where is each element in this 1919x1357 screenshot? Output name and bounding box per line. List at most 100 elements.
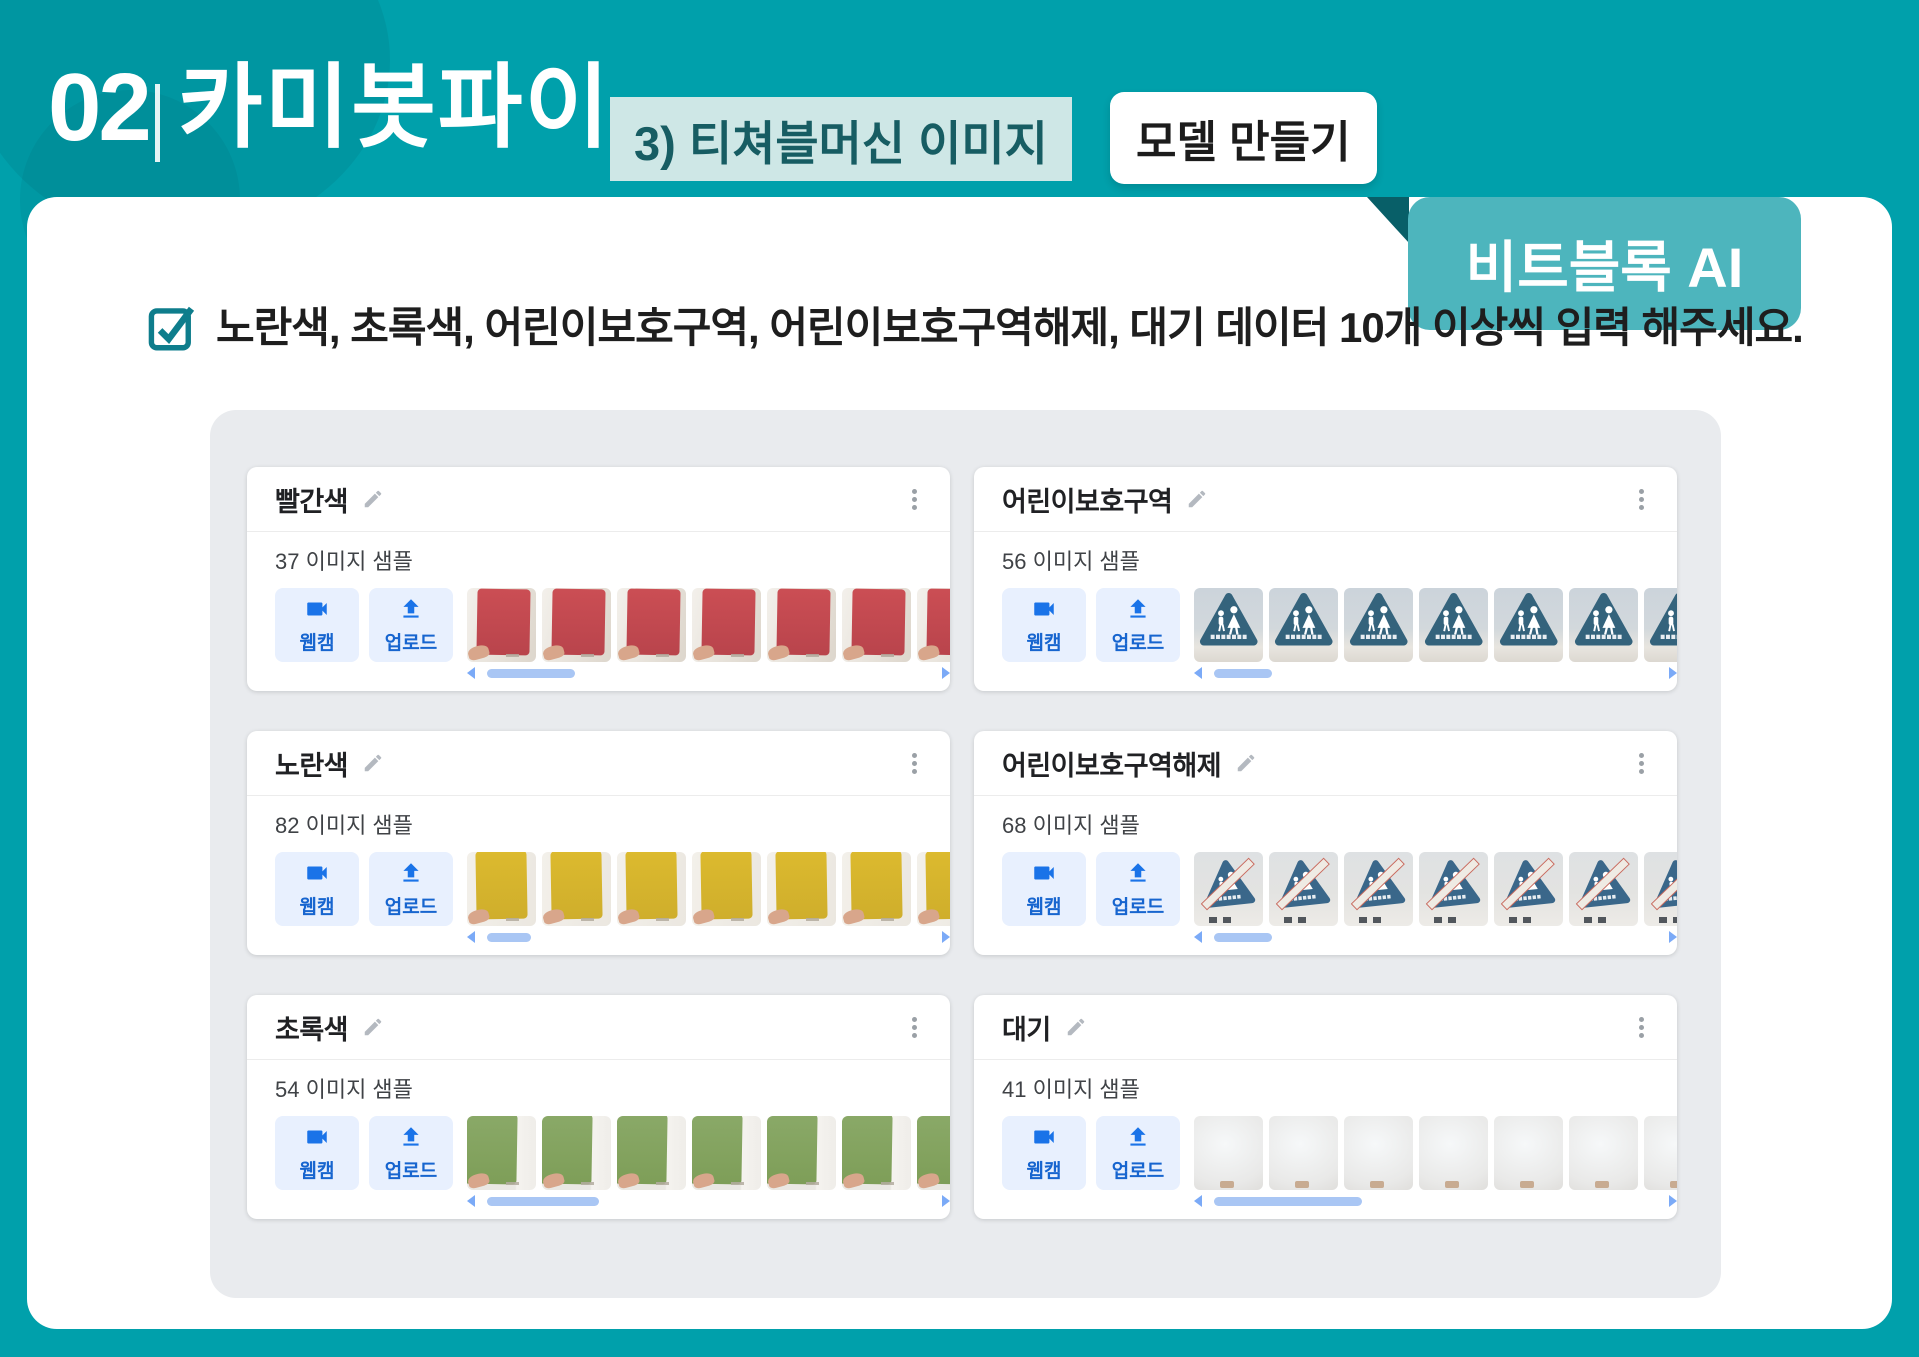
thumbnail-scrollbar[interactable]	[467, 1195, 950, 1207]
webcam-label: 웹캠	[1026, 1160, 1062, 1182]
class-card-header: 빨간색	[247, 467, 950, 532]
kebab-menu-icon[interactable]	[1629, 1010, 1653, 1045]
webcam-button[interactable]: 웹캠	[1002, 1116, 1086, 1190]
pencil-icon[interactable]	[362, 1016, 384, 1038]
sample-thumbnail	[1194, 588, 1263, 662]
webcam-button[interactable]: 웹캠	[275, 588, 359, 662]
pencil-icon[interactable]	[362, 488, 384, 510]
upload-button[interactable]: 업로드	[1096, 1116, 1180, 1190]
scrollbar-thumb[interactable]	[487, 668, 575, 678]
sample-count: 56 이미지 샘플	[1002, 549, 1140, 574]
pencil-icon[interactable]	[1235, 752, 1257, 774]
sample-thumbnail	[617, 1116, 686, 1190]
class-card-header: 대기	[974, 995, 1677, 1060]
scroll-right-icon[interactable]	[1669, 667, 1677, 679]
sample-thumbnail	[1494, 1116, 1563, 1190]
sample-thumbnail	[842, 1116, 911, 1190]
sample-count: 54 이미지 샘플	[275, 1077, 413, 1102]
class-card-header: 어린이보호구역해제	[974, 731, 1677, 796]
sample-count: 82 이미지 샘플	[275, 813, 413, 838]
kebab-menu-icon[interactable]	[902, 482, 926, 517]
scroll-right-icon[interactable]	[942, 667, 950, 679]
upload-button[interactable]: 업로드	[369, 852, 453, 926]
sample-controls: 웹캠 업로드	[1002, 1116, 1677, 1190]
upload-label: 업로드	[1111, 1160, 1165, 1182]
upload-icon	[1130, 1126, 1146, 1146]
webcam-label: 웹캠	[299, 1160, 335, 1182]
sample-thumbnails	[1194, 1116, 1677, 1190]
lesson-number: 02	[48, 54, 152, 161]
thumbnail-scrollbar[interactable]	[1194, 931, 1677, 943]
subtitle-tag: 모델 만들기	[1110, 92, 1377, 184]
upload-button[interactable]: 업로드	[1096, 852, 1180, 926]
sample-thumbnail	[1344, 1116, 1413, 1190]
scrollbar-thumb[interactable]	[1214, 668, 1272, 678]
class-title: 어린이보호구역해제	[1002, 750, 1222, 781]
scroll-right-icon[interactable]	[1669, 931, 1677, 943]
sample-thumbnail	[1194, 852, 1263, 926]
sample-thumbnail	[767, 1116, 836, 1190]
scroll-right-icon[interactable]	[942, 931, 950, 943]
thumbnail-scrollbar[interactable]	[1194, 1195, 1677, 1207]
thumbnail-scrollbar[interactable]	[467, 667, 950, 679]
scroll-left-icon[interactable]	[1194, 667, 1202, 679]
class-card-body: 54 이미지 샘플 웹캠 업로드	[247, 1060, 950, 1207]
class-card-body: 56 이미지 샘플 웹캠 업로드	[974, 532, 1677, 679]
sample-thumbnail	[692, 588, 761, 662]
upload-button[interactable]: 업로드	[369, 1116, 453, 1190]
sample-thumbnail	[1269, 1116, 1338, 1190]
sample-thumbnail	[1644, 852, 1677, 926]
scroll-left-icon[interactable]	[467, 1195, 475, 1207]
webcam-label: 웹캠	[1026, 896, 1062, 918]
class-card-header: 어린이보호구역	[974, 467, 1677, 532]
scrollbar-thumb[interactable]	[1214, 1196, 1362, 1206]
scroll-right-icon[interactable]	[1669, 1195, 1677, 1207]
videocam-icon	[307, 1130, 327, 1143]
thumbnail-scrollbar[interactable]	[1194, 667, 1677, 679]
sample-count: 41 이미지 샘플	[1002, 1077, 1140, 1102]
sample-thumbnail	[1344, 852, 1413, 926]
sample-thumbnail	[467, 588, 536, 662]
instruction-text: 노란색, 초록색, 어린이보호구역, 어린이보호구역해제, 대기 데이터 10개…	[216, 304, 1804, 351]
scrollbar-thumb[interactable]	[1214, 932, 1272, 942]
thumbnail-scrollbar[interactable]	[467, 931, 950, 943]
sample-thumbnail	[1494, 852, 1563, 926]
scroll-right-icon[interactable]	[942, 1195, 950, 1207]
scroll-left-icon[interactable]	[467, 667, 475, 679]
webcam-button[interactable]: 웹캠	[1002, 852, 1086, 926]
scrollbar-thumb[interactable]	[487, 932, 531, 942]
upload-button[interactable]: 업로드	[1096, 588, 1180, 662]
sample-thumbnail	[1269, 588, 1338, 662]
class-card-body: 37 이미지 샘플 웹캠 업로드	[247, 532, 950, 679]
webcam-button[interactable]: 웹캠	[1002, 588, 1086, 662]
kebab-menu-icon[interactable]	[902, 746, 926, 781]
class-card-body: 82 이미지 샘플 웹캠 업로드	[247, 796, 950, 943]
scroll-left-icon[interactable]	[467, 931, 475, 943]
upload-label: 업로드	[1111, 632, 1165, 654]
videocam-icon	[1034, 866, 1054, 879]
class-title: 어린이보호구역	[1002, 486, 1173, 517]
page-subtitle: 3) 티쳐블머신 이미지	[610, 97, 1072, 181]
sample-thumbnail	[767, 588, 836, 662]
upload-icon	[403, 1126, 419, 1146]
class-card-header: 노란색	[247, 731, 950, 796]
sample-thumbnail	[1569, 852, 1638, 926]
pencil-icon[interactable]	[1186, 488, 1208, 510]
videocam-icon	[1034, 602, 1054, 615]
pencil-icon[interactable]	[362, 752, 384, 774]
scrollbar-thumb[interactable]	[487, 1196, 599, 1206]
videocam-icon	[307, 866, 327, 879]
webcam-button[interactable]: 웹캠	[275, 852, 359, 926]
kebab-menu-icon[interactable]	[1629, 482, 1653, 517]
kebab-menu-icon[interactable]	[902, 1010, 926, 1045]
scroll-left-icon[interactable]	[1194, 931, 1202, 943]
sample-thumbnail	[1269, 852, 1338, 926]
sample-thumbnail	[542, 1116, 611, 1190]
webcam-button[interactable]: 웹캠	[275, 1116, 359, 1190]
upload-button[interactable]: 업로드	[369, 588, 453, 662]
kebab-menu-icon[interactable]	[1629, 746, 1653, 781]
sample-thumbnails	[467, 1116, 950, 1190]
sample-thumbnail	[467, 852, 536, 926]
pencil-icon[interactable]	[1065, 1016, 1087, 1038]
scroll-left-icon[interactable]	[1194, 1195, 1202, 1207]
